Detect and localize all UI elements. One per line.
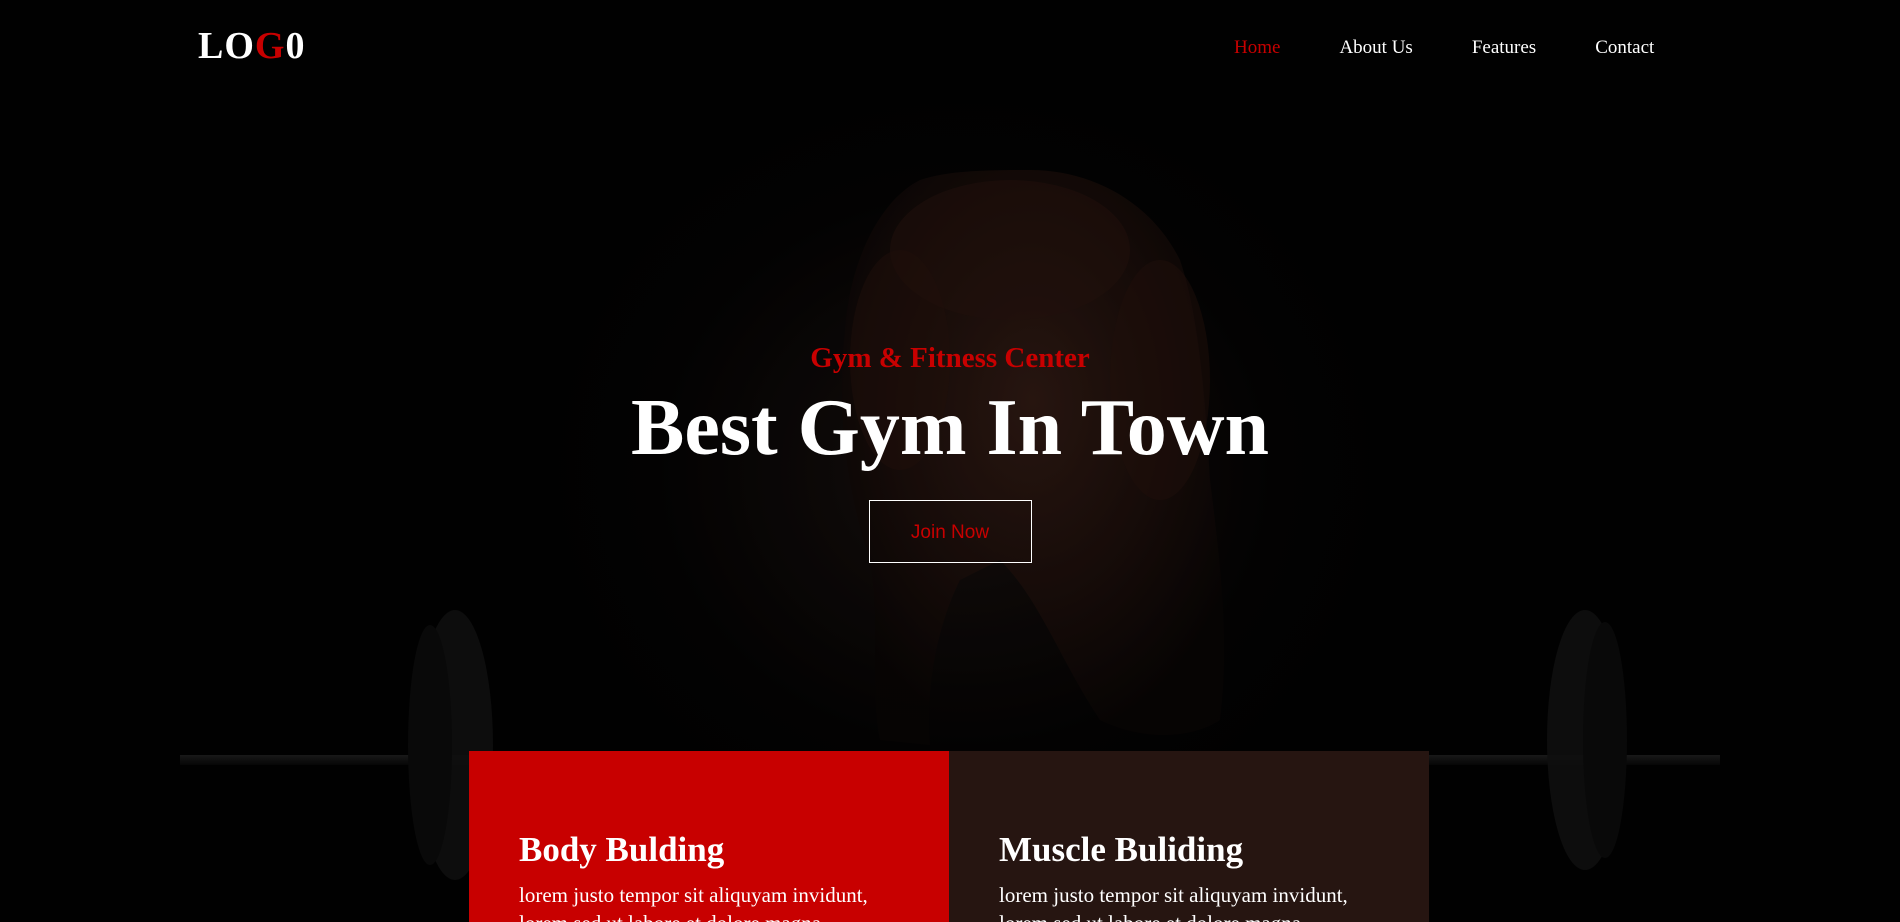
join-now-button[interactable]: Join Now bbox=[868, 500, 1032, 563]
card-text: lorem justo tempor sit aliquyam invidunt… bbox=[999, 883, 1348, 922]
hero-title: Best Gym In Town bbox=[631, 384, 1269, 472]
nav-link-about-us[interactable]: About Us bbox=[1339, 36, 1412, 60]
card-text: lorem justo tempor sit aliquyam invidunt… bbox=[519, 883, 868, 922]
main-nav: Home About Us Features Contact bbox=[1234, 36, 1713, 60]
hero-content: Gym & Fitness Center Best Gym In Town Jo… bbox=[0, 340, 1900, 563]
nav-link-home[interactable]: Home bbox=[1234, 36, 1280, 60]
card-title: Muscle Buliding bbox=[999, 830, 1244, 869]
logo-text-accent: G bbox=[254, 25, 286, 67]
nav-link-features[interactable]: Features bbox=[1472, 36, 1536, 60]
navbar: LOG0 Home About Us Features Contact bbox=[0, 0, 1900, 95]
feature-card-body-building: Body Bulding lorem justo tempor sit aliq… bbox=[469, 751, 949, 922]
hero-subtitle: Gym & Fitness Center bbox=[810, 342, 1090, 374]
site-logo[interactable]: LOG0 bbox=[198, 24, 305, 68]
hero-section: LOG0 Home About Us Features Contact Gym … bbox=[0, 0, 1900, 922]
logo-text-part: 0 bbox=[285, 25, 306, 67]
nav-link-contact[interactable]: Contact bbox=[1595, 36, 1654, 60]
feature-cards: Body Bulding lorem justo tempor sit aliq… bbox=[469, 751, 1430, 922]
logo-text-part: LO bbox=[198, 25, 255, 67]
feature-card-muscle-building: Muscle Buliding lorem justo tempor sit a… bbox=[949, 751, 1429, 922]
card-title: Body Bulding bbox=[519, 830, 725, 869]
